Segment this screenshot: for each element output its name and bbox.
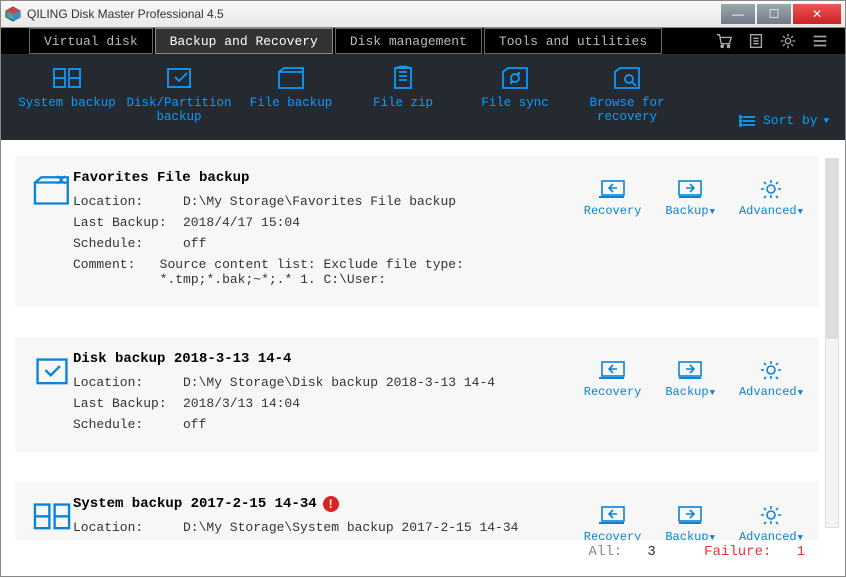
toolbar: System backup Disk/Partition backup File… [1, 54, 845, 140]
tool-file-zip[interactable]: File zip [353, 64, 453, 110]
tab-virtual-disk[interactable]: Virtual disk [29, 28, 153, 54]
recovery-button[interactable]: Recovery [584, 359, 642, 399]
file-backup-icon [275, 64, 307, 92]
tool-label: File zip [373, 96, 433, 110]
recovery-label: Recovery [584, 204, 642, 218]
card-title: Favorites File backup [73, 170, 249, 186]
failure-label: Failure: [704, 544, 771, 560]
lastbackup-value: 2018/3/13 14:04 [183, 396, 300, 411]
lastbackup-value: 2018/4/17 15:04 [183, 215, 300, 230]
schedule-value: off [183, 236, 206, 251]
card-title: Disk backup 2018-3-13 14-4 [73, 351, 291, 367]
sort-label: Sort by [763, 113, 818, 128]
comment-label: Comment: [73, 257, 160, 287]
log-icon[interactable] [747, 32, 765, 50]
error-icon: ! [323, 496, 339, 512]
backup-label: Backup▼ [665, 204, 715, 218]
settings-icon[interactable] [779, 32, 797, 50]
location-value: D:\My Storage\System backup 2017-2-15 14… [183, 520, 518, 535]
backup-button[interactable]: Backup▼ [665, 359, 715, 399]
tab-disk-management[interactable]: Disk management [335, 28, 482, 54]
all-count: 3 [647, 544, 655, 560]
schedule-value: off [183, 417, 206, 432]
backup-button[interactable]: Backup▼ [665, 178, 715, 218]
tool-label: Disk/Partition backup [126, 96, 231, 124]
lastbackup-label: Last Backup: [73, 396, 183, 411]
backup-label: Backup▼ [665, 530, 715, 540]
location-label: Location: [73, 520, 183, 535]
card-title: System backup 2017-2-15 14-34 [73, 496, 317, 512]
advanced-label: Advanced▼ [739, 204, 803, 218]
close-button[interactable]: ✕ [793, 4, 841, 24]
maximize-button[interactable]: ☐ [757, 4, 791, 24]
location-value: D:\My Storage\Disk backup 2018-3-13 14-4 [183, 375, 495, 390]
recovery-button[interactable]: Recovery [584, 504, 642, 540]
status-footer: All: 3 Failure: 1 [1, 540, 845, 560]
tool-label: System backup [18, 96, 116, 110]
titlebar: QILING Disk Master Professional 4.5 — ☐ … [0, 0, 846, 28]
card-type-icon [31, 496, 73, 540]
backup-card: Favorites File backup Location:D:\My Sto… [15, 156, 819, 307]
lastbackup-label: Last Backup: [73, 215, 183, 230]
minimize-button[interactable]: — [721, 4, 755, 24]
comment-value: Source content list: Exclude file type: … [160, 257, 584, 287]
window-title: QILING Disk Master Professional 4.5 [27, 7, 721, 21]
card-type-icon [31, 351, 73, 438]
dropdown-triangle-icon: ▼ [824, 116, 829, 126]
disk-partition-icon [163, 64, 195, 92]
tool-label: File backup [250, 96, 333, 110]
recovery-label: Recovery [584, 385, 642, 399]
card-type-icon [31, 170, 73, 293]
location-label: Location: [73, 194, 183, 209]
recovery-label: Recovery [584, 530, 642, 540]
system-backup-icon [51, 64, 83, 92]
tool-file-backup[interactable]: File backup [241, 64, 341, 110]
file-sync-icon [499, 64, 531, 92]
advanced-button[interactable]: Advanced▼ [739, 504, 803, 540]
file-zip-icon [387, 64, 419, 92]
browse-recovery-icon [611, 64, 643, 92]
failure-count: 1 [797, 544, 805, 560]
advanced-button[interactable]: Advanced▼ [739, 178, 803, 218]
tool-file-sync[interactable]: File sync [465, 64, 565, 110]
backup-card: System backup 2017-2-15 14-34! Location:… [15, 482, 819, 540]
location-label: Location: [73, 375, 183, 390]
recovery-button[interactable]: Recovery [584, 178, 642, 218]
tool-disk-partition-backup[interactable]: Disk/Partition backup [129, 64, 229, 124]
app-logo-icon [5, 6, 21, 22]
main-frame: Virtual disk Backup and Recovery Disk ma… [0, 28, 846, 577]
menu-icon[interactable] [811, 32, 829, 50]
backup-card: Disk backup 2018-3-13 14-4 Location:D:\M… [15, 337, 819, 452]
tab-tools-utilities[interactable]: Tools and utilities [484, 28, 662, 54]
tool-system-backup[interactable]: System backup [17, 64, 117, 110]
schedule-label: Schedule: [73, 417, 183, 432]
tab-bar: Virtual disk Backup and Recovery Disk ma… [1, 28, 845, 54]
advanced-label: Advanced▼ [739, 385, 803, 399]
tab-backup-recovery[interactable]: Backup and Recovery [155, 28, 333, 54]
cart-icon[interactable] [715, 32, 733, 50]
schedule-label: Schedule: [73, 236, 183, 251]
backup-label: Backup▼ [665, 385, 715, 399]
scrollbar-thumb[interactable] [826, 159, 838, 339]
scrollbar-track[interactable] [825, 158, 839, 528]
all-label: All: [589, 544, 623, 560]
advanced-label: Advanced▼ [739, 530, 803, 540]
backup-list: Favorites File backup Location:D:\My Sto… [1, 140, 845, 540]
backup-button[interactable]: Backup▼ [665, 504, 715, 540]
tool-label: File sync [481, 96, 549, 110]
location-value: D:\My Storage\Favorites File backup [183, 194, 456, 209]
tool-browse-recovery[interactable]: Browse for recovery [577, 64, 677, 124]
sort-by-button[interactable]: Sort by ▼ [739, 113, 829, 128]
tool-label: Browse for recovery [577, 96, 677, 124]
sort-icon [739, 114, 757, 128]
advanced-button[interactable]: Advanced▼ [739, 359, 803, 399]
